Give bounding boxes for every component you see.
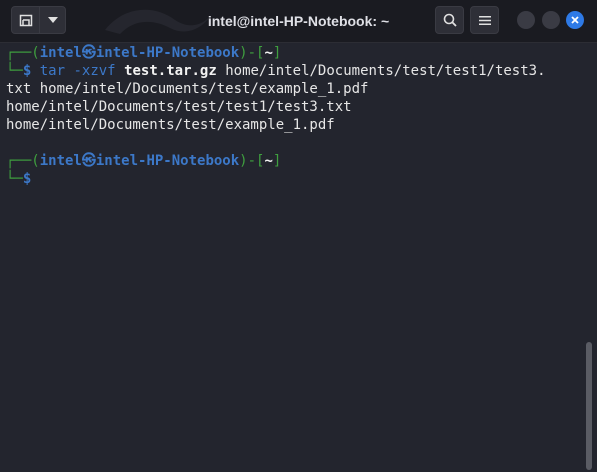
prompt-frame-close: ] [272, 45, 282, 61]
prompt-dollar: $ [22, 63, 32, 79]
prompt-host: intel-HP-Notebook [95, 153, 240, 169]
prompt-frame-close: ] [272, 153, 282, 169]
prompt-user: intel [39, 45, 82, 61]
kali-dragon-watermark [105, 9, 213, 34]
prompt-header-line: ┌──(intel㉿intel-HP-Notebook)-[~] [6, 152, 281, 170]
terminal-output-area[interactable]: ┌──(intel㉿intel-HP-Notebook)-[~] └─$ tar… [0, 43, 597, 472]
window-title-container: intel@intel-HP-Notebook: ~ [0, 0, 597, 42]
prompt-at-symbol: ㉿ [81, 45, 96, 61]
prompt-header-line: ┌──(intel㉿intel-HP-Notebook)-[~] [6, 44, 281, 62]
output-line: home/intel/Documents/test/example_1.pdf [6, 117, 335, 133]
terminal-window: intel@intel-HP-Notebook: ~ ┌──(intel㉿int… [0, 0, 597, 472]
search-icon [443, 13, 457, 27]
window-title: intel@intel-HP-Notebook: ~ [207, 13, 390, 29]
prompt-frame-open: ┌──( [6, 153, 40, 169]
close-button[interactable] [566, 11, 584, 29]
prompt-directory: ~ [264, 153, 273, 169]
new-tab-icon [19, 14, 32, 27]
new-tab-button[interactable] [11, 6, 40, 34]
prompt-frame-mid: )-[ [239, 45, 265, 61]
minimize-button[interactable] [517, 11, 535, 29]
command-args: home/intel/Documents/test/test1/test3. [225, 63, 546, 79]
tab-options-dropdown[interactable] [39, 6, 66, 34]
prompt-frame-open: ┌──( [6, 45, 40, 61]
command-flags: -xzvf [73, 63, 116, 79]
prompt-user: intel [39, 153, 82, 169]
active-command-line[interactable]: └─$ [6, 170, 31, 188]
prompt-host: intel-HP-Notebook [95, 45, 240, 61]
close-icon [571, 16, 579, 24]
command-line: └─$ tar -xzvf test.tar.gz home/intel/Doc… [6, 62, 546, 80]
command-name: tar [39, 63, 66, 79]
prompt-frame-mid: )-[ [239, 153, 265, 169]
prompt-corner: └─ [6, 63, 23, 79]
prompt-directory: ~ [264, 45, 273, 61]
maximize-button[interactable] [542, 11, 560, 29]
search-button[interactable] [435, 6, 464, 34]
scrollbar-thumb[interactable] [586, 342, 592, 470]
menu-button[interactable] [470, 6, 499, 34]
hamburger-menu-icon [478, 15, 491, 25]
prompt-dollar: $ [22, 171, 32, 187]
output-line: home/intel/Documents/test/test1/test3.tx… [6, 99, 352, 115]
output-line: txt home/intel/Documents/test/example_1.… [6, 81, 369, 97]
prompt-at-symbol: ㉿ [81, 153, 96, 169]
chevron-down-icon [47, 17, 58, 23]
command-archive: test.tar.gz [124, 63, 217, 79]
title-bar[interactable]: intel@intel-HP-Notebook: ~ [0, 0, 597, 43]
prompt-corner: └─ [6, 171, 23, 187]
